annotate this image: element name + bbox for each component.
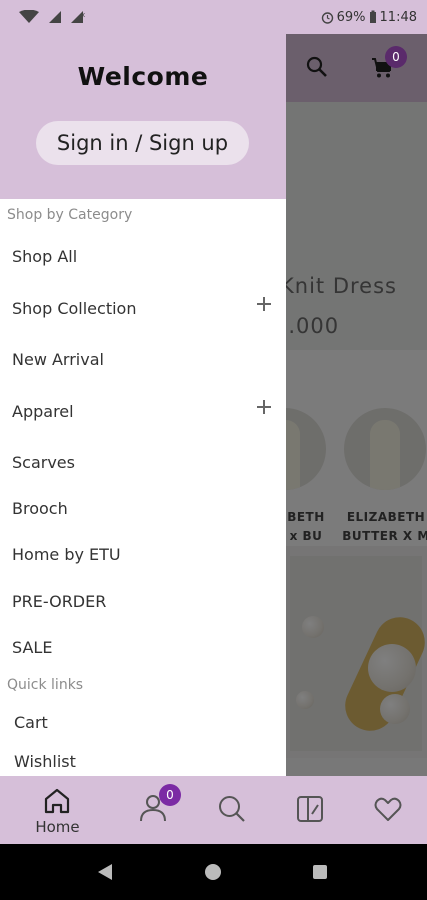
battery-icon <box>369 10 376 23</box>
quick-link-label: Wishlist <box>14 751 76 771</box>
drawer-header: Welcome Sign in / Sign up <box>0 34 286 199</box>
home-button-icon[interactable] <box>204 863 222 881</box>
welcome-title: Welcome <box>77 62 209 91</box>
cart-badge: 0 <box>385 46 407 68</box>
menu-item-label: Shop Collection <box>12 298 137 318</box>
menu-item-pre-order[interactable]: PRE-ORDER <box>0 583 286 619</box>
wishlist-icon <box>374 797 402 821</box>
nav-home[interactable]: Home <box>15 776 100 844</box>
battery-percent: 69% <box>336 9 366 25</box>
status-bar: x 69% 11:48 <box>0 0 427 34</box>
home-icon <box>44 788 70 814</box>
category-section-title: Shop by Category <box>7 207 133 223</box>
nav-account[interactable]: 0 <box>111 776 196 844</box>
menu-item-sale[interactable]: SALE <box>0 629 286 665</box>
system-navigation-bar <box>0 844 427 900</box>
signal-icon: x <box>71 11 85 23</box>
expand-plus-icon[interactable] <box>256 296 272 312</box>
search-icon <box>219 796 245 822</box>
menu-item-label: New Arrival <box>12 349 104 369</box>
menu-item-apparel[interactable]: Apparel <box>0 393 286 429</box>
menu-item-scarves[interactable]: Scarves <box>0 444 286 480</box>
background-header-icons: 0 <box>286 34 427 102</box>
menu-item-new-arrival[interactable]: New Arrival <box>0 341 286 377</box>
catalog-icon <box>297 796 323 822</box>
recents-icon[interactable] <box>312 864 328 880</box>
account-badge: 0 <box>159 784 181 806</box>
signal-icon <box>49 11 61 23</box>
clock-time: 11:48 <box>379 9 417 25</box>
quick-link-wishlist[interactable]: Wishlist <box>0 746 286 776</box>
quick-link-cart[interactable]: Cart <box>0 707 286 737</box>
navigation-drawer: Welcome Sign in / Sign up Shop by Catego… <box>0 34 286 776</box>
nav-search[interactable] <box>190 776 275 844</box>
quick-link-label: Cart <box>14 712 48 732</box>
nav-home-label: Home <box>35 818 80 836</box>
bottom-navigation: Home 0 <box>0 776 427 844</box>
signin-button[interactable]: Sign in / Sign up <box>36 121 249 165</box>
alarm-icon <box>321 11 333 24</box>
wifi-icon <box>19 10 39 23</box>
menu-item-label: PRE-ORDER <box>12 591 107 611</box>
expand-plus-icon[interactable] <box>256 399 272 415</box>
menu-item-shop-collection[interactable]: Shop Collection <box>0 290 286 326</box>
status-right: 69% 11:48 <box>321 10 417 25</box>
nav-wishlist[interactable] <box>346 776 427 844</box>
nav-catalog[interactable] <box>268 776 353 844</box>
menu-item-brooch[interactable]: Brooch <box>0 490 286 526</box>
drawer-scrim[interactable] <box>286 34 427 776</box>
back-icon[interactable] <box>96 863 114 881</box>
quick-links-title: Quick links <box>7 677 84 693</box>
menu-item-label: Scarves <box>12 452 75 472</box>
svg-text:x: x <box>81 11 85 19</box>
menu-item-label: Shop All <box>12 246 78 266</box>
menu-item-label: Home by ETU <box>12 544 121 564</box>
status-left: x <box>18 10 86 24</box>
search-icon[interactable] <box>306 56 328 78</box>
menu-item-shop-all[interactable]: Shop All <box>0 238 286 274</box>
menu-item-label: Apparel <box>12 401 74 421</box>
menu-item-label: SALE <box>12 637 53 657</box>
menu-item-home-by-etu[interactable]: Home by ETU <box>0 536 286 572</box>
menu-item-label: Brooch <box>12 498 68 518</box>
